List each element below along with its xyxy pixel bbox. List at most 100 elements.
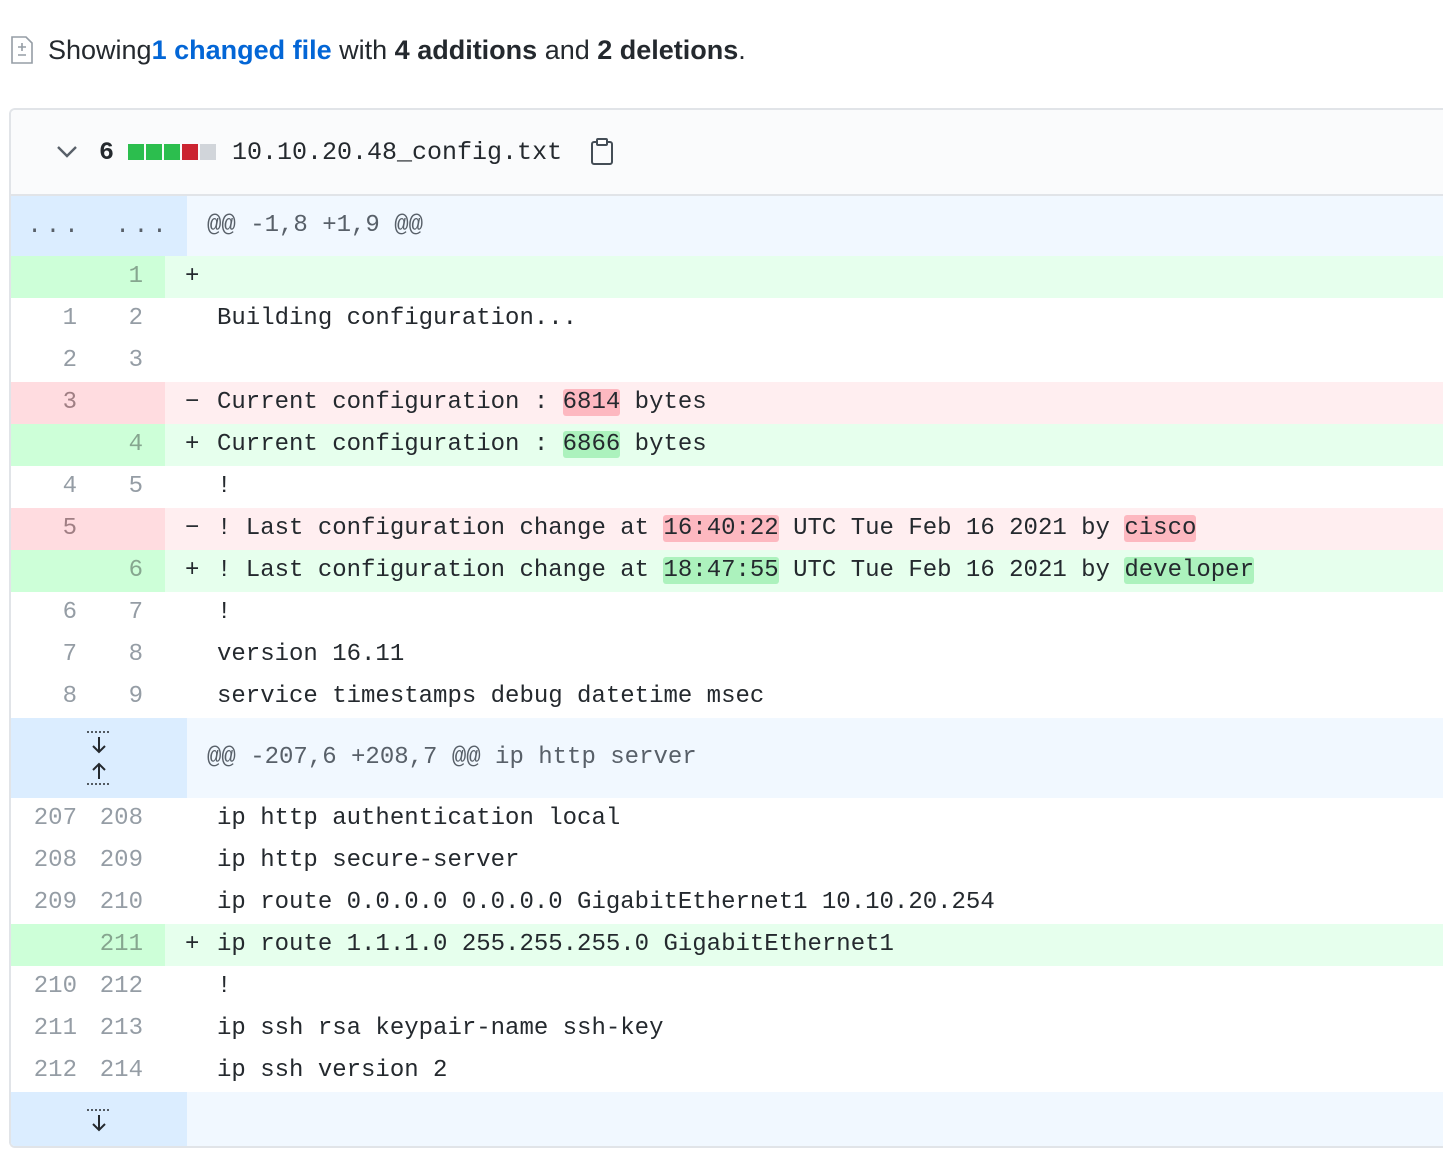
new-line-number[interactable]: 211 <box>77 924 165 966</box>
diff-table: ...... @@ -1,8 +1,9 @@ 1 +1 2 Building confi… <box>11 196 1443 1146</box>
context-line: 209 210 ip route 0.0.0.0 0.0.0.0 GigabitE… <box>11 882 1443 924</box>
old-line-number[interactable]: 3 <box>11 382 77 424</box>
changed-files-link[interactable]: 1 changed file <box>152 35 332 66</box>
old-line-number[interactable]: 209 <box>11 882 77 924</box>
hunk-header: @@ -207,6 +208,7 @@ ip http server <box>11 718 1443 798</box>
additions-count: 4 additions <box>394 34 538 65</box>
old-line-number[interactable]: 4 <box>11 466 77 508</box>
line-code: Building configuration... <box>165 298 1443 340</box>
old-line-number[interactable]: 1 <box>11 298 77 340</box>
summary-and: and <box>537 34 598 65</box>
new-line-number[interactable]: 213 <box>77 1008 165 1050</box>
added-line: 1 + <box>11 256 1443 298</box>
diff-marker <box>185 798 217 840</box>
diff-marker: − <box>185 389 200 416</box>
new-line-number[interactable]: 212 <box>77 966 165 1008</box>
new-line-number[interactable] <box>77 382 165 424</box>
old-line-number[interactable] <box>11 550 77 592</box>
expand-down-icon[interactable] <box>84 1107 114 1135</box>
hunk-gutter[interactable]: ...... <box>11 196 187 256</box>
diff-marker <box>185 592 217 634</box>
context-line: 211 213 ip ssh rsa keypair-name ssh-key <box>11 1008 1443 1050</box>
expand-up-icon[interactable] <box>84 759 114 787</box>
new-line-number[interactable]: 209 <box>77 840 165 882</box>
added-line: 4 + Current configuration : 6866 bytes <box>11 424 1443 466</box>
diff-marker: − <box>185 515 200 542</box>
diffstat-bar <box>128 144 217 160</box>
diffstat-block-del <box>182 144 199 160</box>
line-code: ! <box>165 592 1443 634</box>
new-line-number[interactable]: 1 <box>77 256 165 298</box>
context-line: 89 service timestamps debug datetime mse… <box>11 676 1443 718</box>
old-line-number[interactable]: 8 <box>11 676 77 718</box>
copy-path-icon[interactable] <box>590 138 614 166</box>
expand-gutter <box>11 718 187 798</box>
diffstat-block-add <box>164 144 181 160</box>
new-line-number[interactable]: 9 <box>77 676 165 718</box>
old-line-number[interactable]: 211 <box>11 1008 77 1050</box>
changed-word: 6814 <box>562 389 621 416</box>
code-text: Building configuration... <box>217 305 578 332</box>
new-line-number[interactable]: 8 <box>77 634 165 676</box>
code-text: ip http authentication local <box>217 805 621 832</box>
old-line-number[interactable]: 5 <box>11 508 77 550</box>
new-line-number[interactable] <box>77 508 165 550</box>
added-line: 6 + ! Last configuration change at 18:47:5… <box>11 550 1443 592</box>
file-name[interactable]: 10.10.20.48_config.txt <box>232 138 562 167</box>
expand-down-icon[interactable] <box>84 729 114 757</box>
old-line-number[interactable]: 7 <box>11 634 77 676</box>
line-code: + <box>165 256 1443 298</box>
line-code <box>165 340 1443 382</box>
diff-marker: + <box>185 557 200 584</box>
old-line-number[interactable]: 210 <box>11 966 77 1008</box>
context-line: 208 209 ip http secure-server <box>11 840 1443 882</box>
new-line-number[interactable]: 208 <box>77 798 165 840</box>
new-line-number[interactable]: 7 <box>77 592 165 634</box>
expand-dots[interactable]: ... <box>99 213 187 240</box>
context-line: 210 212 ! <box>11 966 1443 1008</box>
new-line-number[interactable]: 214 <box>77 1050 165 1092</box>
old-line-number[interactable] <box>11 256 77 298</box>
code-text: ip route 0.0.0.0 0.0.0.0 GigabitEthernet… <box>217 889 995 916</box>
expand-dots[interactable]: ... <box>11 213 99 240</box>
deleted-line: 3 − Current configuration : 6814 bytes <box>11 382 1443 424</box>
summary-suffix: . <box>738 34 746 65</box>
context-line: 207 208 ip http authentication local <box>11 798 1443 840</box>
line-code: service timestamps debug datetime msec <box>165 676 1443 718</box>
old-line-number[interactable]: 207 <box>11 798 77 840</box>
diff-marker <box>185 840 217 882</box>
new-line-number[interactable]: 3 <box>77 340 165 382</box>
old-line-number[interactable]: 208 <box>11 840 77 882</box>
old-line-number[interactable] <box>11 424 77 466</box>
chevron-down-icon[interactable] <box>55 140 79 164</box>
diff-marker <box>185 298 217 340</box>
summary-with: with <box>331 34 395 65</box>
bottom-expander <box>11 1092 1443 1146</box>
file-diff-icon <box>10 36 34 64</box>
old-line-number[interactable] <box>11 924 77 966</box>
code-text: UTC Tue Feb 16 2021 by <box>778 557 1125 584</box>
hunk-header: ...... @@ -1,8 +1,9 @@ <box>11 196 1443 256</box>
new-line-number[interactable]: 4 <box>77 424 165 466</box>
line-code: version 16.11 <box>165 634 1443 676</box>
bottom-expander-blank <box>187 1092 1443 1146</box>
old-line-number[interactable]: 212 <box>11 1050 77 1092</box>
line-code: + Current configuration : 6866 bytes <box>165 424 1443 466</box>
line-code: ! <box>165 466 1443 508</box>
new-line-number[interactable]: 6 <box>77 550 165 592</box>
context-line: 67 ! <box>11 592 1443 634</box>
new-line-number[interactable]: 210 <box>77 882 165 924</box>
line-code: ip route 0.0.0.0 0.0.0.0 GigabitEthernet… <box>165 882 1443 924</box>
line-code: −! Last configuration change at 16:40:22… <box>165 508 1443 550</box>
new-line-number[interactable]: 2 <box>77 298 165 340</box>
new-line-number[interactable]: 5 <box>77 466 165 508</box>
line-code: ip http authentication local <box>165 798 1443 840</box>
old-line-number[interactable]: 6 <box>11 592 77 634</box>
line-code: ip http secure-server <box>165 840 1443 882</box>
code-text: ip ssh version 2 <box>217 1057 448 1084</box>
hunk-header-text: @@ -207,6 +208,7 @@ ip http server <box>207 744 697 771</box>
code-text: ip http secure-server <box>217 847 520 874</box>
old-line-number[interactable]: 2 <box>11 340 77 382</box>
code-text: service timestamps debug datetime msec <box>217 683 765 710</box>
line-code: + ! Last configuration change at 18:47:55… <box>165 550 1443 592</box>
